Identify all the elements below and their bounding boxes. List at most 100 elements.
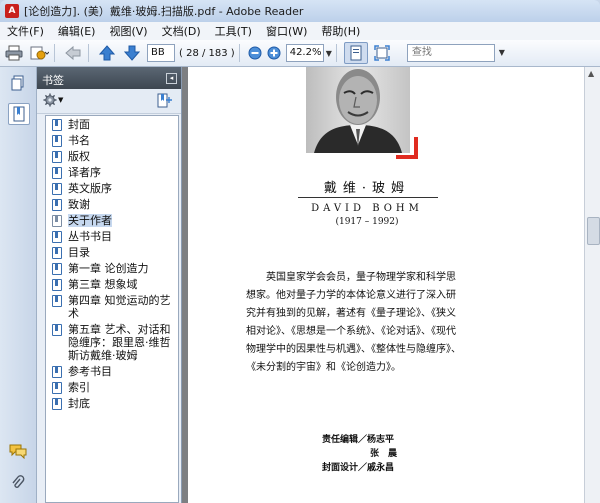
search-placeholder: 查找 — [411, 47, 432, 58]
collapse-panel-button[interactable]: ◂ — [166, 73, 177, 84]
bookmark-page-icon — [52, 324, 62, 336]
bookmark-list: 封面书名版权译者序英文版序致谢关于作者丛书书目目录第一章 论创造力第三章 想象域… — [45, 115, 179, 503]
bookmark-item[interactable]: 英文版序 — [46, 182, 178, 195]
bookmark-item[interactable]: 第五章 艺术、对话和隐缠序：跟里恩·维哲斯访戴维·玻姆 — [46, 323, 178, 362]
bookmark-item[interactable]: 封面 — [46, 118, 178, 131]
corner-crop-mark — [396, 137, 418, 159]
bookmarks-title: 书签 — [42, 74, 64, 87]
comment-bubble-icon — [9, 444, 27, 459]
bio-line: 相对论》、《思想是一个系统》、《论对话》、《现代 — [246, 326, 456, 337]
pages-panel-button[interactable] — [8, 73, 28, 93]
comments-panel-button[interactable] — [8, 441, 28, 461]
zoom-in-button[interactable] — [266, 43, 282, 63]
scroll-up-arrow[interactable]: ▲ — [588, 69, 594, 78]
bookmark-page-icon — [52, 135, 62, 147]
options-button[interactable]: ▼ — [43, 93, 63, 107]
bookmark-item[interactable]: 译者序 — [46, 166, 178, 179]
bookmark-page-icon — [52, 167, 62, 179]
next-page-button[interactable] — [121, 43, 143, 63]
bio-line: 物理学中的因果性与机遇》、《整体性与隐缠序》、 — [246, 344, 461, 355]
bookmark-item[interactable]: 第四章 知觉运动的艺术 — [46, 294, 178, 320]
bookmarks-header: 书签 ◂ — [37, 67, 181, 89]
title-rule — [298, 197, 438, 198]
adobe-reader-icon: A — [5, 4, 19, 18]
menu-window[interactable]: 窗口(W) — [259, 23, 314, 39]
bookmark-page-icon — [52, 398, 62, 410]
print-button[interactable] — [3, 43, 25, 63]
arrow-down-icon — [124, 45, 140, 61]
bookmark-page-icon — [52, 263, 62, 275]
bookmark-item[interactable]: 版权 — [46, 150, 178, 163]
toolbar-separator — [54, 44, 55, 62]
bookmark-item[interactable]: 封底 — [46, 397, 178, 410]
author-years: (1917 – 1992) — [335, 217, 399, 227]
bookmark-item[interactable]: 参考书目 — [46, 365, 178, 378]
page-number-input[interactable]: BB — [147, 44, 175, 62]
bookmark-label: 参考书目 — [68, 365, 112, 378]
single-page-icon — [350, 45, 362, 61]
credit-line: 责任编辑／杨志平 — [322, 435, 395, 445]
bookmark-label: 致谢 — [68, 198, 90, 211]
scrollbar-thumb[interactable] — [587, 217, 600, 245]
title-bar: A [论创造力]. (美）戴维·玻姆.扫描版.pdf - Adobe Reade… — [0, 0, 600, 22]
bookmark-item[interactable]: 关于作者 — [46, 214, 178, 227]
toolbar-separator — [238, 44, 240, 62]
zoom-level-input[interactable]: 42.2% — [285, 44, 324, 62]
menu-edit[interactable]: 编辑(E) — [51, 23, 103, 39]
credits: 责任编辑／杨志平 张 晨 封面设计／戚永昌 — [322, 433, 472, 475]
chevron-down-icon: ▼ — [58, 96, 64, 104]
toolbar-separator — [88, 44, 89, 62]
bookmark-label: 索引 — [68, 381, 90, 394]
previous-page-button[interactable] — [96, 43, 118, 63]
bookmark-page-icon — [52, 119, 62, 131]
bio-line: 究并有独到的见解，著述有《量子理论》、《狭义 — [246, 308, 456, 319]
credit-line: 张 晨 — [370, 449, 398, 459]
bookmark-page-icon — [52, 295, 62, 307]
comment-button[interactable] — [62, 43, 84, 63]
bookmark-page-icon — [52, 279, 62, 291]
bookmark-item[interactable]: 书名 — [46, 134, 178, 147]
bookmarks-toolbar: ▼ — [37, 89, 181, 114]
bookmark-item[interactable]: 索引 — [46, 381, 178, 394]
author-name-english: DAVID BOHM — [311, 203, 423, 214]
author-name-chinese: 戴维·玻姆 — [323, 181, 411, 196]
comment-arrow-icon — [65, 45, 81, 61]
bookmarks-panel-button[interactable] — [8, 103, 30, 125]
author-photo — [306, 67, 410, 153]
bookmark-item[interactable]: 第三章 想象域 — [46, 278, 178, 291]
bookmark-label: 第三章 想象域 — [68, 278, 138, 291]
share-icon — [30, 46, 49, 60]
share-button[interactable] — [28, 43, 50, 63]
search-dropdown-arrow[interactable]: ▼ — [496, 45, 508, 61]
menu-file[interactable]: 文件(F) — [0, 23, 51, 39]
menu-document[interactable]: 文档(D) — [155, 23, 208, 39]
author-biography: 英国皇家学会会员，量子物理学家和科学思 想家。他对量子力学的本体论意义进行了深入… — [246, 269, 512, 377]
bookmark-item[interactable]: 第一章 论创造力 — [46, 262, 178, 275]
fit-page-button[interactable] — [343, 42, 368, 64]
bookmark-item[interactable]: 目录 — [46, 246, 178, 259]
bookmark-label: 关于作者 — [68, 214, 112, 227]
arrow-up-icon — [99, 45, 115, 61]
bookmark-page-icon — [52, 151, 62, 163]
menu-tools[interactable]: 工具(T) — [208, 23, 259, 39]
new-bookmark-button[interactable] — [157, 93, 173, 111]
attachments-panel-button[interactable] — [8, 473, 28, 493]
zoom-out-button[interactable] — [247, 43, 263, 63]
search-input[interactable]: 查找 ▼ — [406, 44, 505, 62]
bookmark-label: 封面 — [68, 118, 90, 131]
zoom-dropdown-arrow[interactable]: ▼ — [326, 49, 332, 58]
pdf-page: 戴维·玻姆 DAVID BOHM (1917 – 1992) 英国皇家学会会员，… — [188, 67, 584, 503]
menu-help[interactable]: 帮助(H) — [314, 23, 367, 39]
bookmark-item[interactable]: 致谢 — [46, 198, 178, 211]
adobe-reader-window: A [论创造力]. (美）戴维·玻姆.扫描版.pdf - Adobe Reade… — [0, 0, 600, 503]
zoom-in-icon — [267, 46, 281, 60]
menu-view[interactable]: 视图(V) — [102, 23, 154, 39]
bio-line: 《未分割的宇宙》和《论创造力》。 — [246, 362, 401, 373]
full-screen-button[interactable] — [371, 43, 393, 63]
bookmark-label: 第五章 艺术、对话和隐缠序：跟里恩·维哲斯访戴维·玻姆 — [68, 323, 171, 362]
bookmark-item[interactable]: 丛书书目 — [46, 230, 178, 243]
vertical-scrollbar[interactable]: ▲ — [584, 67, 600, 503]
bookmark-label: 第四章 知觉运动的艺术 — [68, 294, 171, 320]
page-count: ( 28 / 183 ) — [179, 47, 235, 59]
bookmark-icon — [13, 106, 25, 122]
